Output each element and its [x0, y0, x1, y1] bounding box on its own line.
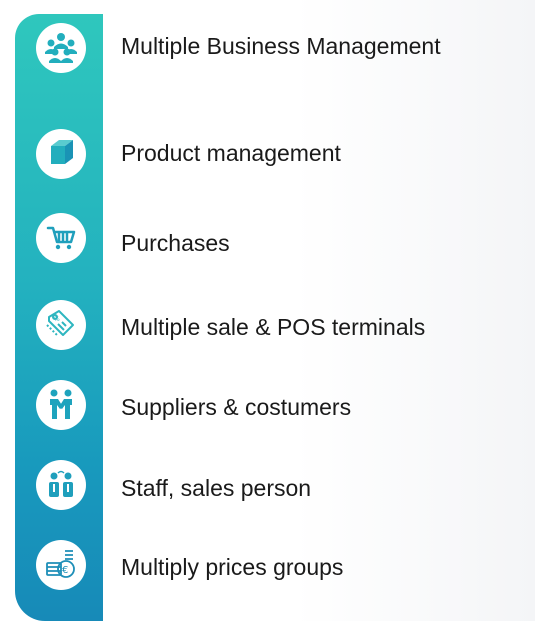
staff-icon [31, 455, 91, 515]
money-coins-icon: € [31, 535, 91, 595]
feature-item-staff: Staff, sales person [0, 452, 535, 522]
feature-label: Suppliers & costumers [121, 394, 352, 420]
feature-label: Multiply prices groups [121, 554, 344, 580]
svg-text:€: € [62, 565, 68, 576]
feature-item-suppliers: Suppliers & costumers [0, 372, 535, 442]
feature-item-purchases: Purchases [0, 206, 535, 276]
feature-item-prices: € Multiply prices groups [0, 532, 535, 602]
svg-text:%: % [54, 316, 60, 323]
feature-label: Multiple sale & POS terminals [121, 314, 426, 340]
shopping-cart-icon [31, 208, 91, 268]
feature-item-pos: % Multiple sale & POS terminals [0, 292, 535, 362]
handshake-icon [31, 375, 91, 435]
feature-label: Purchases [121, 230, 230, 256]
feature-item-product: Product management [0, 120, 535, 190]
price-tag-icon: % [31, 295, 91, 355]
feature-label: Staff, sales person [121, 475, 312, 501]
feature-label: Multiple Business Management [121, 33, 441, 59]
feature-item-business: Multiple Business Management [0, 14, 535, 84]
box-icon [31, 124, 91, 184]
people-group-icon [31, 18, 91, 78]
feature-label: Product management [121, 140, 341, 166]
